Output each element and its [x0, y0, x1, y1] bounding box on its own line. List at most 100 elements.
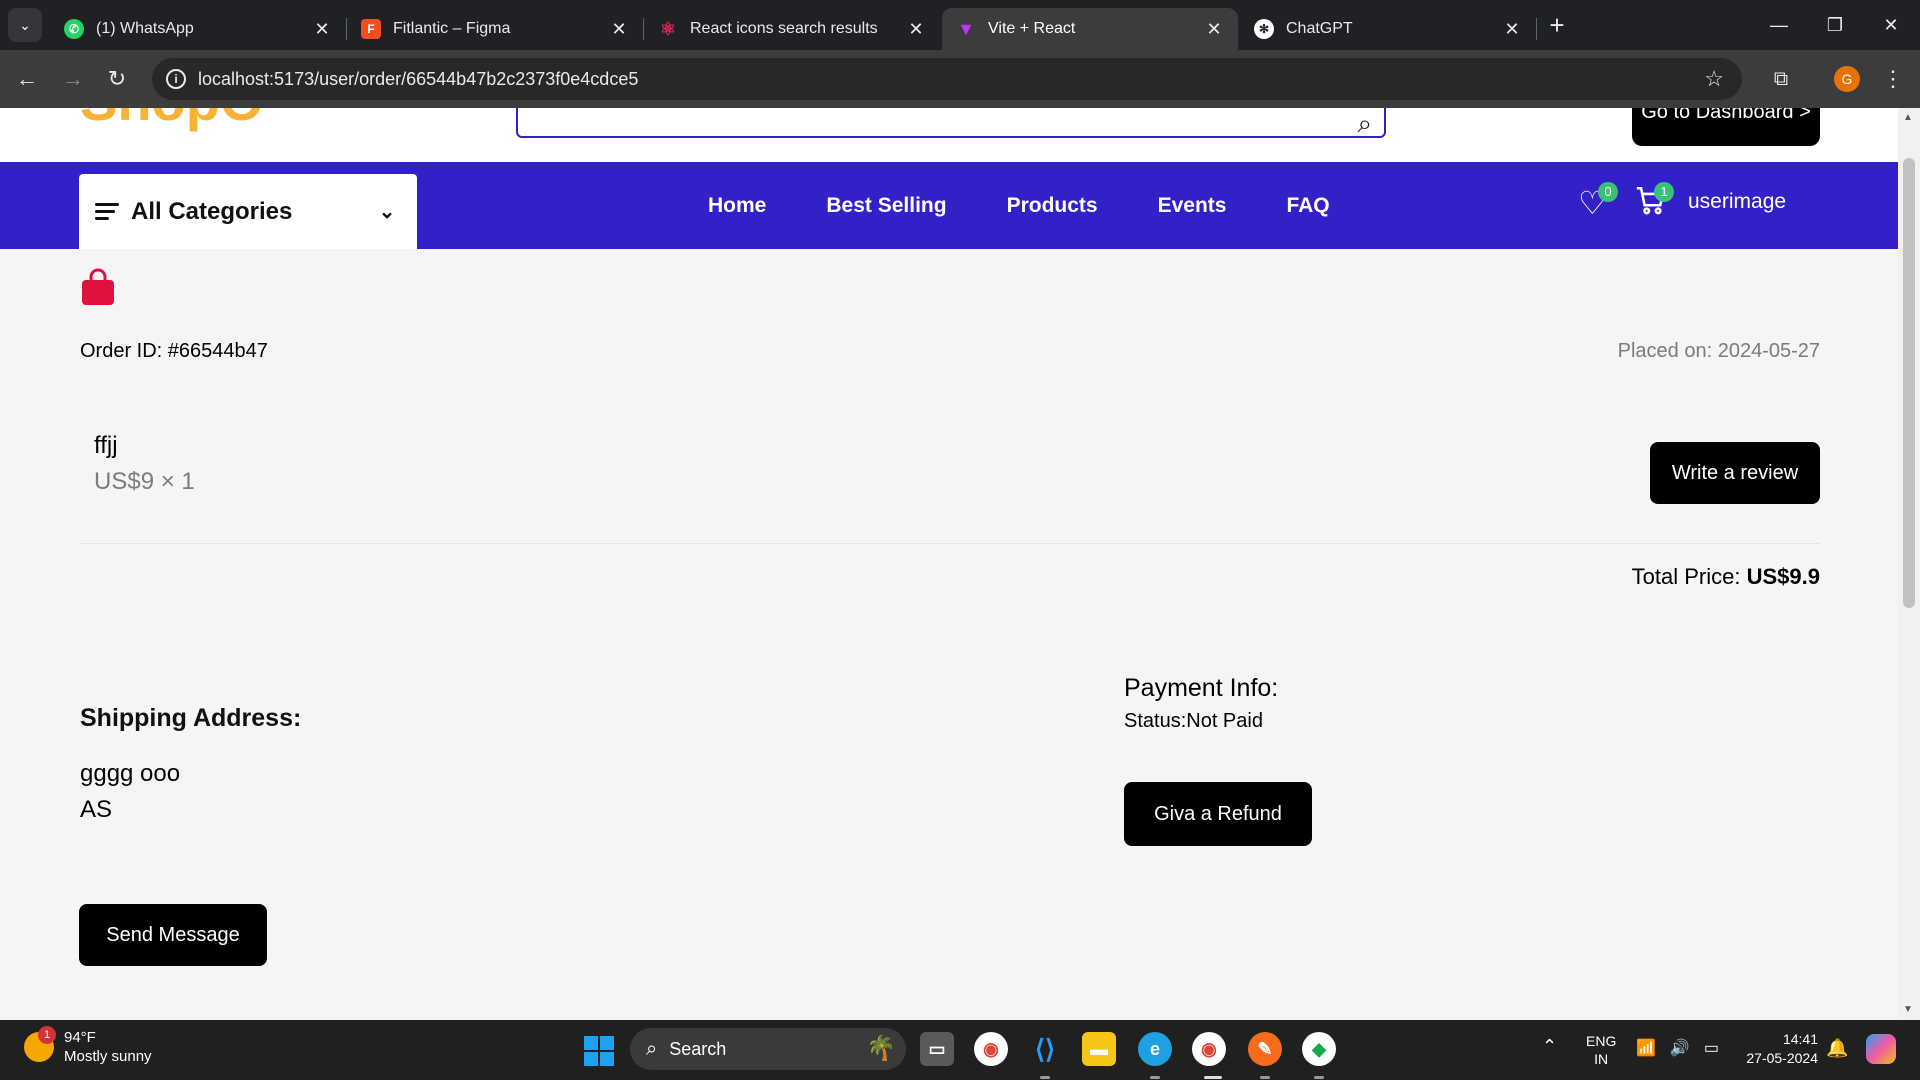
wifi-icon[interactable]: 📶	[1636, 1038, 1656, 1058]
task-view-icon[interactable]: ▭	[920, 1032, 954, 1066]
search-icon: ⌕	[646, 1037, 658, 1060]
total-price: Total Price: US$9.9	[1631, 564, 1820, 589]
tab-whatsapp[interactable]: ✆ (1) WhatsApp ✕	[50, 8, 346, 50]
nav-best-selling[interactable]: Best Selling	[826, 194, 946, 218]
scroll-up-arrow-icon[interactable]: ▲	[1903, 112, 1913, 123]
order-id: Order ID: #66544b47	[80, 340, 268, 362]
tab-figma[interactable]: F Fitlantic – Figma ✕	[347, 8, 643, 50]
shipping-address-line: AS	[80, 796, 113, 823]
vscode-icon[interactable]: ⟨⟩	[1028, 1032, 1062, 1066]
cart-icon[interactable]: 1	[1634, 182, 1674, 224]
close-icon[interactable]: ✕	[1204, 19, 1224, 40]
address-url: localhost:5173/user/order/66544b47b2c237…	[198, 68, 639, 89]
address-bar[interactable]: i localhost:5173/user/order/66544b47b2c2…	[152, 58, 1742, 100]
site-logo[interactable]: ShopO	[80, 108, 264, 133]
close-icon[interactable]: ✕	[312, 19, 332, 40]
order-item-name: ffjj	[94, 432, 118, 459]
user-avatar[interactable]: userimage	[1688, 190, 1786, 214]
chevron-down-icon: ⌄	[378, 201, 396, 223]
nav-events[interactable]: Events	[1158, 194, 1227, 218]
nav-products[interactable]: Products	[1007, 194, 1098, 218]
tab-vite-react[interactable]: ▼ Vite + React ✕	[942, 8, 1238, 50]
tab-react-icons[interactable]: ⚛ React icons search results ✕	[644, 8, 940, 50]
divider	[80, 543, 1820, 544]
windows-taskbar: 1 94°F Mostly sunny ⌕ Search 🌴 ▭ ◉ ⟨⟩ ▬ …	[0, 1020, 1920, 1080]
go-to-dashboard-button[interactable]: Go to Dashboard >	[1632, 108, 1820, 146]
page-scrollbar[interactable]: ▲ ▼	[1898, 108, 1920, 1020]
main-navbar: All Categories ⌄ Home Best Selling Produ…	[0, 162, 1898, 249]
copilot-icon[interactable]	[1866, 1034, 1896, 1064]
wishlist-count-badge: 0	[1598, 182, 1618, 202]
forward-arrow-icon[interactable]: →	[56, 62, 90, 96]
notification-badge: 1	[38, 1026, 56, 1044]
language-indicator[interactable]: ENG IN	[1586, 1032, 1616, 1068]
send-message-button[interactable]: Send Message	[79, 904, 267, 966]
profile-avatar[interactable]: G	[1834, 66, 1860, 92]
figma-icon: F	[361, 19, 381, 39]
order-item-price: US$9 × 1	[94, 468, 195, 495]
nav-home[interactable]: Home	[708, 194, 766, 218]
battery-icon[interactable]: ▭	[1704, 1038, 1719, 1058]
minimize-icon[interactable]: —	[1750, 0, 1808, 50]
menu-align-left-icon	[95, 199, 119, 224]
restore-icon[interactable]: ❐	[1806, 0, 1864, 50]
running-indicator	[1260, 1076, 1270, 1079]
sun-weather-icon: 1	[24, 1026, 56, 1062]
bookmark-star-icon[interactable]: ☆	[1704, 66, 1724, 92]
tab-chatgpt[interactable]: ✻ ChatGPT ✕	[1240, 8, 1536, 50]
scrollbar-thumb[interactable]	[1903, 158, 1915, 608]
page-viewport: ShopO ⌕ Go to Dashboard > All Categories…	[0, 108, 1898, 1020]
tab-separator	[1536, 18, 1537, 40]
scroll-down-arrow-icon[interactable]: ▼	[1903, 1004, 1913, 1015]
browser-toolbar: ← → ↻ i localhost:5173/user/order/66544b…	[0, 50, 1920, 108]
file-explorer-icon[interactable]: ▬	[1082, 1032, 1116, 1066]
all-categories-dropdown[interactable]: All Categories ⌄	[79, 174, 417, 249]
search-icon[interactable]: ⌕	[1357, 108, 1372, 140]
chrome-icon[interactable]: ◉	[974, 1032, 1008, 1066]
nav-links: Home Best Selling Products Events FAQ	[708, 162, 1390, 249]
chatgpt-icon: ✻	[1254, 19, 1274, 39]
whatsapp-icon: ✆	[64, 19, 84, 39]
taskbar-clock[interactable]: 14:41 27-05-2024	[1738, 1030, 1818, 1068]
chevron-up-icon[interactable]: ⌃	[1542, 1036, 1557, 1057]
vite-icon: ▼	[957, 18, 975, 39]
extensions-puzzle-icon[interactable]: ⧉	[1764, 62, 1798, 96]
palm-tree-icon: 🌴	[866, 1035, 896, 1062]
system-tray[interactable]: 📶 🔊 ▭	[1636, 1038, 1719, 1058]
wishlist-heart-icon[interactable]: ♡ 0	[1578, 182, 1618, 224]
bell-icon[interactable]: 🔔	[1826, 1038, 1848, 1059]
running-indicator	[1040, 1076, 1050, 1079]
product-search-input[interactable]: ⌕	[516, 108, 1386, 138]
shopping-bag-icon	[80, 268, 116, 305]
close-icon[interactable]: ✕	[1502, 19, 1522, 40]
site-header: ShopO ⌕ Go to Dashboard >	[0, 108, 1898, 162]
weather-temperature: 94°F	[64, 1029, 96, 1046]
browser-menu-icon[interactable]: ⋮	[1876, 62, 1910, 96]
shipping-address-heading: Shipping Address:	[80, 704, 302, 732]
tab-list-chevron-icon[interactable]: ⌄	[8, 8, 42, 42]
mongodb-compass-icon[interactable]: ◆	[1302, 1032, 1336, 1066]
postman-icon[interactable]: ✎	[1248, 1032, 1282, 1066]
payment-info-heading: Payment Info:	[1124, 674, 1279, 702]
refund-button[interactable]: Giva a Refund	[1124, 782, 1312, 846]
close-icon[interactable]: ✕	[906, 19, 926, 40]
new-tab-plus-icon[interactable]: +	[1542, 10, 1572, 40]
nav-faq[interactable]: FAQ	[1286, 194, 1329, 218]
back-arrow-icon[interactable]: ←	[10, 62, 44, 96]
site-info-icon[interactable]: i	[166, 69, 186, 89]
reload-icon[interactable]: ↻	[100, 62, 134, 96]
taskbar-search[interactable]: ⌕ Search 🌴	[630, 1028, 906, 1070]
chrome-profile-icon[interactable]: ◉	[1192, 1032, 1226, 1066]
volume-icon[interactable]: 🔊	[1670, 1038, 1690, 1058]
browser-tab-bar: ⌄ ✆ (1) WhatsApp ✕ F Fitlantic – Figma ✕…	[0, 0, 1920, 50]
weather-widget[interactable]: 1 94°F Mostly sunny	[24, 1026, 152, 1066]
write-review-button[interactable]: Write a review	[1650, 442, 1820, 504]
edge-icon[interactable]: e	[1138, 1032, 1172, 1066]
close-icon[interactable]: ✕	[609, 19, 629, 40]
payment-status: Status:Not Paid	[1124, 710, 1263, 732]
react-icon: ⚛	[659, 18, 677, 39]
window-close-icon[interactable]: ✕	[1862, 0, 1920, 50]
running-indicator	[1314, 1076, 1324, 1079]
placed-on-date: Placed on: 2024-05-27	[1617, 340, 1820, 362]
windows-start-icon[interactable]	[584, 1036, 614, 1066]
